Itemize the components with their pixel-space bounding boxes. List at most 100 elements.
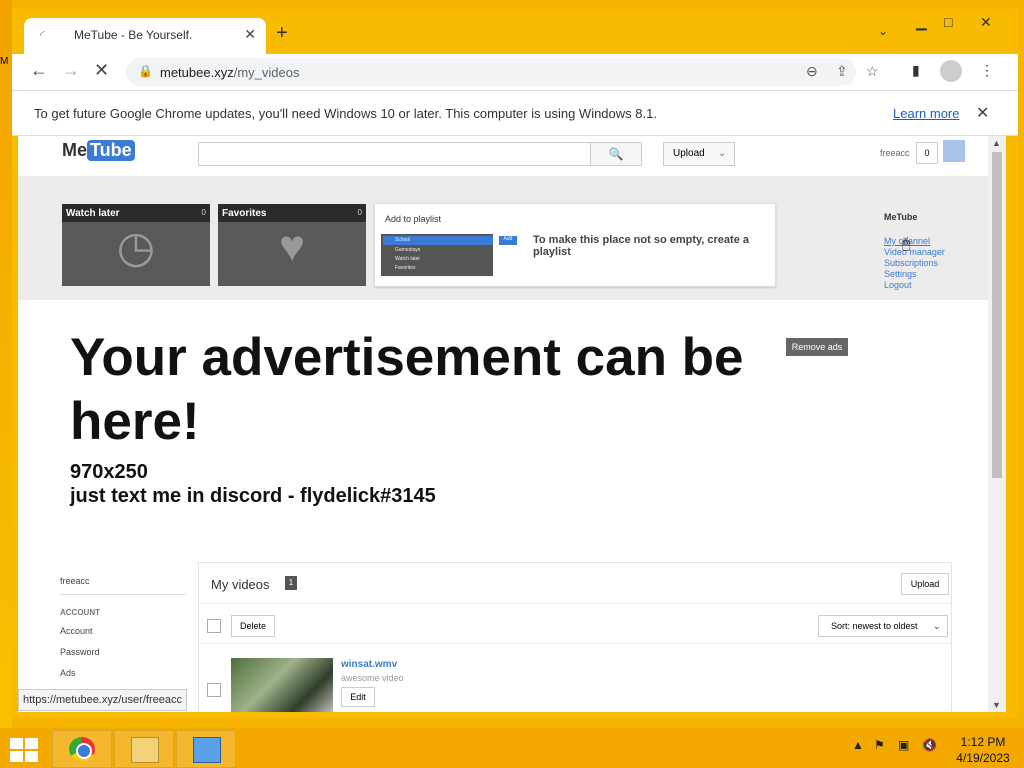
sort-select[interactable]: Sort: newest to oldest ⌄	[818, 615, 948, 637]
sort-label: Sort: newest to oldest	[831, 621, 918, 631]
left-nav-account[interactable]: Account	[60, 626, 93, 636]
star-icon[interactable]: ☆	[866, 63, 879, 80]
scroll-down-icon[interactable]: ▼	[992, 700, 1001, 710]
info-message: To get future Google Chrome updates, you…	[34, 106, 657, 121]
account-name[interactable]: freeacc	[880, 148, 910, 158]
start-button[interactable]	[8, 736, 38, 762]
playlist-title: Add to playlist	[385, 214, 442, 224]
remove-ads-button[interactable]: Remove ads	[786, 338, 848, 356]
close-window-icon[interactable]: ✕	[980, 14, 992, 31]
metube-logo[interactable]: Me Tube	[62, 140, 135, 161]
playlist-preview: School Gamestays Watch later Favorites A…	[381, 234, 517, 276]
desktop-edge: M	[0, 0, 12, 730]
tab-strip: ◜ MeTube - Be Yourself. ✕ + ⌄ ▁ □ ✕	[12, 8, 1018, 54]
clock-icon: ◷	[116, 223, 156, 272]
url-path: /my_videos	[233, 65, 300, 80]
chevron-down-icon[interactable]: ⌄	[718, 143, 726, 165]
url-host: metubee.xyz	[160, 65, 234, 80]
address-bar[interactable]: 🔒 metubee.xyz/my_videos ⊖ ⇪ ☆	[126, 58, 879, 86]
windows-logo-icon	[25, 738, 38, 749]
left-nav-ads[interactable]: Ads	[60, 668, 76, 678]
tab-search-icon[interactable]: ⌄	[878, 24, 888, 38]
notification-count[interactable]: 0	[916, 142, 938, 164]
taskbar-clock[interactable]: 1:12 PM 4/19/2023	[952, 734, 1014, 766]
info-close-icon[interactable]: ✕	[976, 103, 989, 123]
left-nav-password[interactable]: Password	[60, 647, 100, 657]
folder-icon	[131, 737, 159, 763]
browser-window: ◜ MeTube - Be Yourself. ✕ + ⌄ ▁ □ ✕ ← → …	[12, 8, 1018, 718]
logo-me: Me	[62, 140, 88, 160]
video-thumbnail[interactable]	[231, 658, 333, 712]
video-title-link[interactable]: winsat.wmv	[341, 659, 397, 670]
video-checkbox[interactable]	[207, 683, 221, 697]
header-upload-button[interactable]: Upload ⌄	[663, 142, 735, 166]
windows-logo-icon	[25, 751, 38, 762]
playlist-card[interactable]: Add to playlist School Gamestays Watch l…	[374, 203, 776, 287]
side-item-settings[interactable]: Settings	[884, 269, 917, 279]
page-content: Me Tube 🔍 Upload ⌄ freeacc 0 Watch later 0 …	[18, 136, 988, 712]
divider	[60, 594, 186, 595]
favorites-card[interactable]: Favorites 0 ♥	[218, 204, 366, 286]
scrollbar-thumb[interactable]	[992, 152, 1002, 478]
status-bubble: https://metubee.xyz/user/freeacc	[18, 689, 187, 711]
ad-size: 970x250	[70, 461, 148, 483]
heart-icon: ♥	[278, 222, 306, 271]
search-input[interactable]	[198, 142, 592, 166]
new-tab-icon[interactable]: +	[276, 22, 288, 45]
learn-more-link[interactable]: Learn more	[893, 106, 959, 121]
left-nav-user[interactable]: freeacc	[60, 576, 90, 586]
tab-metube[interactable]: ◜ MeTube - Be Yourself. ✕	[24, 18, 266, 54]
address-url[interactable]: metubee.xyz/my_videos	[160, 65, 299, 80]
playlist-message: To make this place not so empty, create …	[533, 234, 749, 258]
card-count: 0	[201, 208, 206, 217]
forward-icon[interactable]: →	[62, 60, 80, 81]
toolbar: ← → ✕ 🔒 metubee.xyz/my_videos ⊖ ⇪ ☆ ▮ ⋮	[12, 54, 1018, 90]
scroll-up-icon[interactable]: ▲	[992, 138, 1001, 148]
share-icon[interactable]: ⇪	[836, 63, 848, 80]
ad-contact: just text me in discord - flydelick#3145	[70, 485, 436, 507]
divider	[199, 603, 951, 604]
edit-video-button[interactable]: Edit	[341, 687, 375, 707]
ad-headline: Your advertisement can be here!	[70, 328, 744, 451]
side-item-video-manager[interactable]: Video manager	[884, 247, 945, 257]
page-scrollbar[interactable]: ▲ ▼	[988, 136, 1006, 712]
video-count-badge: 1	[285, 576, 297, 590]
windows-logo-icon	[10, 751, 23, 762]
card-title: Watch later	[66, 208, 120, 219]
minimize-icon[interactable]: ▁	[916, 14, 927, 31]
back-icon[interactable]: ←	[30, 60, 48, 81]
side-item-subscriptions[interactable]: Subscriptions	[884, 258, 938, 268]
network-icon[interactable]: ▣	[898, 738, 909, 752]
taskbar-file-explorer[interactable]	[114, 730, 174, 768]
chevron-down-icon: ⌄	[933, 621, 941, 631]
avatar[interactable]	[943, 140, 965, 162]
header-upload-label: Upload	[673, 148, 705, 159]
ad-banner[interactable]: Your advertisement can be here! 970x250 …	[58, 318, 858, 534]
maximize-icon[interactable]: □	[944, 14, 952, 30]
my-videos-panel: My videos 1 Upload Delete Sort: newest t…	[198, 562, 952, 712]
watch-later-card[interactable]: Watch later 0 ◷	[62, 204, 210, 286]
delete-button[interactable]: Delete	[231, 615, 275, 637]
flag-icon[interactable]: ⚑	[874, 738, 885, 752]
tab-close-icon[interactable]: ✕	[244, 26, 256, 43]
menu-icon[interactable]: ⋮	[980, 62, 994, 79]
profile-icon[interactable]	[940, 60, 962, 82]
preview-item: Gamestays	[395, 247, 421, 253]
taskbar-chrome[interactable]	[52, 730, 112, 768]
preview-item: Watch later	[395, 256, 421, 262]
side-menu-heading: MeTube	[884, 212, 918, 222]
stop-icon[interactable]: ✕	[94, 60, 109, 81]
info-bar: To get future Google Chrome updates, you…	[12, 90, 1018, 136]
select-all-checkbox[interactable]	[207, 619, 221, 633]
upload-button[interactable]: Upload	[901, 573, 949, 595]
side-panel-icon[interactable]: ▮	[912, 62, 920, 79]
show-hidden-icons[interactable]: ▲	[852, 738, 864, 752]
windows-logo-icon	[10, 738, 23, 749]
taskbar-remote-desktop[interactable]	[176, 730, 236, 768]
computer-icon	[193, 737, 221, 763]
lock-icon[interactable]: 🔒	[138, 64, 153, 78]
volume-muted-icon[interactable]: 🔇	[922, 738, 937, 752]
side-item-logout[interactable]: Logout	[884, 280, 912, 290]
zoom-icon[interactable]: ⊖	[806, 63, 818, 80]
search-button[interactable]: 🔍	[590, 142, 642, 166]
